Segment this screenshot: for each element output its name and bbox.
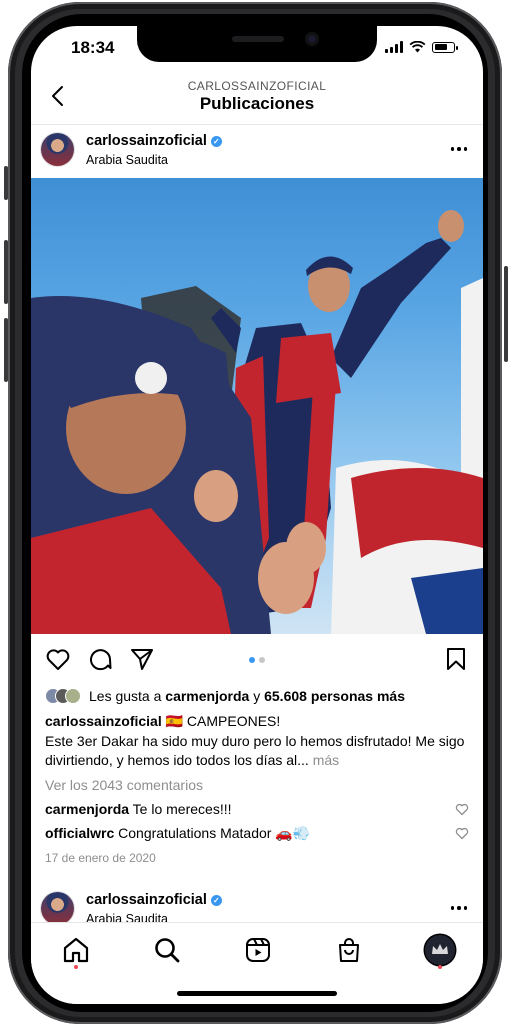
verified-badge-icon: ✓ bbox=[210, 895, 222, 906]
view-comments-link[interactable]: Ver los 2043 comentarios bbox=[45, 777, 203, 793]
share-icon[interactable] bbox=[129, 646, 155, 672]
bottom-tab-bar bbox=[31, 922, 483, 1004]
post-image[interactable] bbox=[31, 178, 483, 634]
silent-switch bbox=[4, 166, 8, 200]
notch bbox=[137, 26, 377, 62]
comment-text: Te lo mereces!!! bbox=[129, 801, 232, 817]
wifi-icon bbox=[409, 41, 426, 53]
nav-header: CARLOSSAINZOFICIAL Publicaciones bbox=[31, 76, 483, 125]
likes-text: Les gusta a carmenjorda y 65.608 persona… bbox=[89, 688, 405, 704]
avatar[interactable] bbox=[41, 133, 74, 166]
home-indicator bbox=[177, 991, 337, 996]
likes-row[interactable]: Les gusta a carmenjorda y 65.608 persona… bbox=[45, 686, 405, 706]
save-bookmark-icon[interactable] bbox=[443, 646, 469, 672]
header-account-name: CARLOSSAINZOFICIAL bbox=[187, 79, 327, 93]
shop-bag-icon[interactable] bbox=[334, 935, 364, 965]
post-actions bbox=[31, 640, 483, 678]
post-caption: carlossainzoficial 🇪🇸 CAMPEONES! Este 3e… bbox=[45, 712, 465, 771]
carousel-indicator bbox=[249, 657, 265, 663]
more-options-icon[interactable] bbox=[449, 143, 469, 155]
profile-notification-dot bbox=[438, 965, 442, 969]
page-title: Publicaciones bbox=[199, 94, 315, 113]
post-username[interactable]: carlossainzoficial ✓ bbox=[86, 892, 222, 908]
caption-first-line: 🇪🇸 CAMPEONES! bbox=[161, 713, 281, 729]
comment-icon[interactable] bbox=[87, 646, 113, 672]
liker-avatar bbox=[65, 688, 81, 704]
volume-down-button bbox=[4, 318, 8, 382]
comment-text: Congratulations Matador 🚗💨 bbox=[114, 825, 311, 841]
status-icons bbox=[385, 41, 458, 53]
reels-icon[interactable] bbox=[243, 935, 273, 965]
carousel-dot bbox=[259, 657, 265, 663]
front-camera bbox=[305, 32, 319, 46]
avatar[interactable] bbox=[41, 892, 74, 925]
post-username[interactable]: carlossainzoficial ✓ bbox=[86, 133, 222, 149]
speaker bbox=[232, 36, 284, 42]
cellular-signal-icon bbox=[385, 41, 403, 53]
comment-like-icon[interactable] bbox=[455, 802, 469, 816]
post-photo-illustration bbox=[31, 210, 483, 634]
screen: 18:34 CARLOSSAINZOFICIAL Publicaciones c… bbox=[31, 26, 483, 1004]
caption-username[interactable]: carlossainzoficial bbox=[45, 713, 162, 729]
home-notification-dot bbox=[74, 965, 78, 969]
home-icon[interactable] bbox=[61, 935, 91, 965]
status-time: 18:34 bbox=[71, 38, 115, 57]
comment-like-icon[interactable] bbox=[455, 826, 469, 840]
post-date: 17 de enero de 2020 bbox=[45, 851, 156, 865]
carousel-dot-active bbox=[249, 657, 255, 663]
battery-icon bbox=[432, 41, 458, 53]
verified-badge-icon: ✓ bbox=[210, 136, 222, 147]
profile-avatar-icon[interactable] bbox=[425, 935, 455, 965]
volume-up-button bbox=[4, 240, 8, 304]
power-button bbox=[504, 266, 508, 362]
crown-icon bbox=[432, 944, 448, 954]
comment: officialwrc Congratulations Matador 🚗💨 bbox=[45, 825, 469, 842]
comment-username[interactable]: officialwrc bbox=[45, 825, 114, 841]
post-location[interactable]: Arabia Saudita bbox=[86, 153, 168, 167]
caption-more-link[interactable]: más bbox=[313, 752, 339, 768]
like-heart-icon[interactable] bbox=[45, 646, 71, 672]
post-header: carlossainzoficial ✓ Arabia Saudita bbox=[31, 129, 483, 175]
comment: carmenjorda Te lo mereces!!! bbox=[45, 801, 469, 817]
comment-username[interactable]: carmenjorda bbox=[45, 801, 129, 817]
search-icon[interactable] bbox=[152, 935, 182, 965]
more-options-icon[interactable] bbox=[449, 902, 469, 914]
caption-body: Este 3er Dakar ha sido muy duro pero lo … bbox=[45, 732, 465, 769]
